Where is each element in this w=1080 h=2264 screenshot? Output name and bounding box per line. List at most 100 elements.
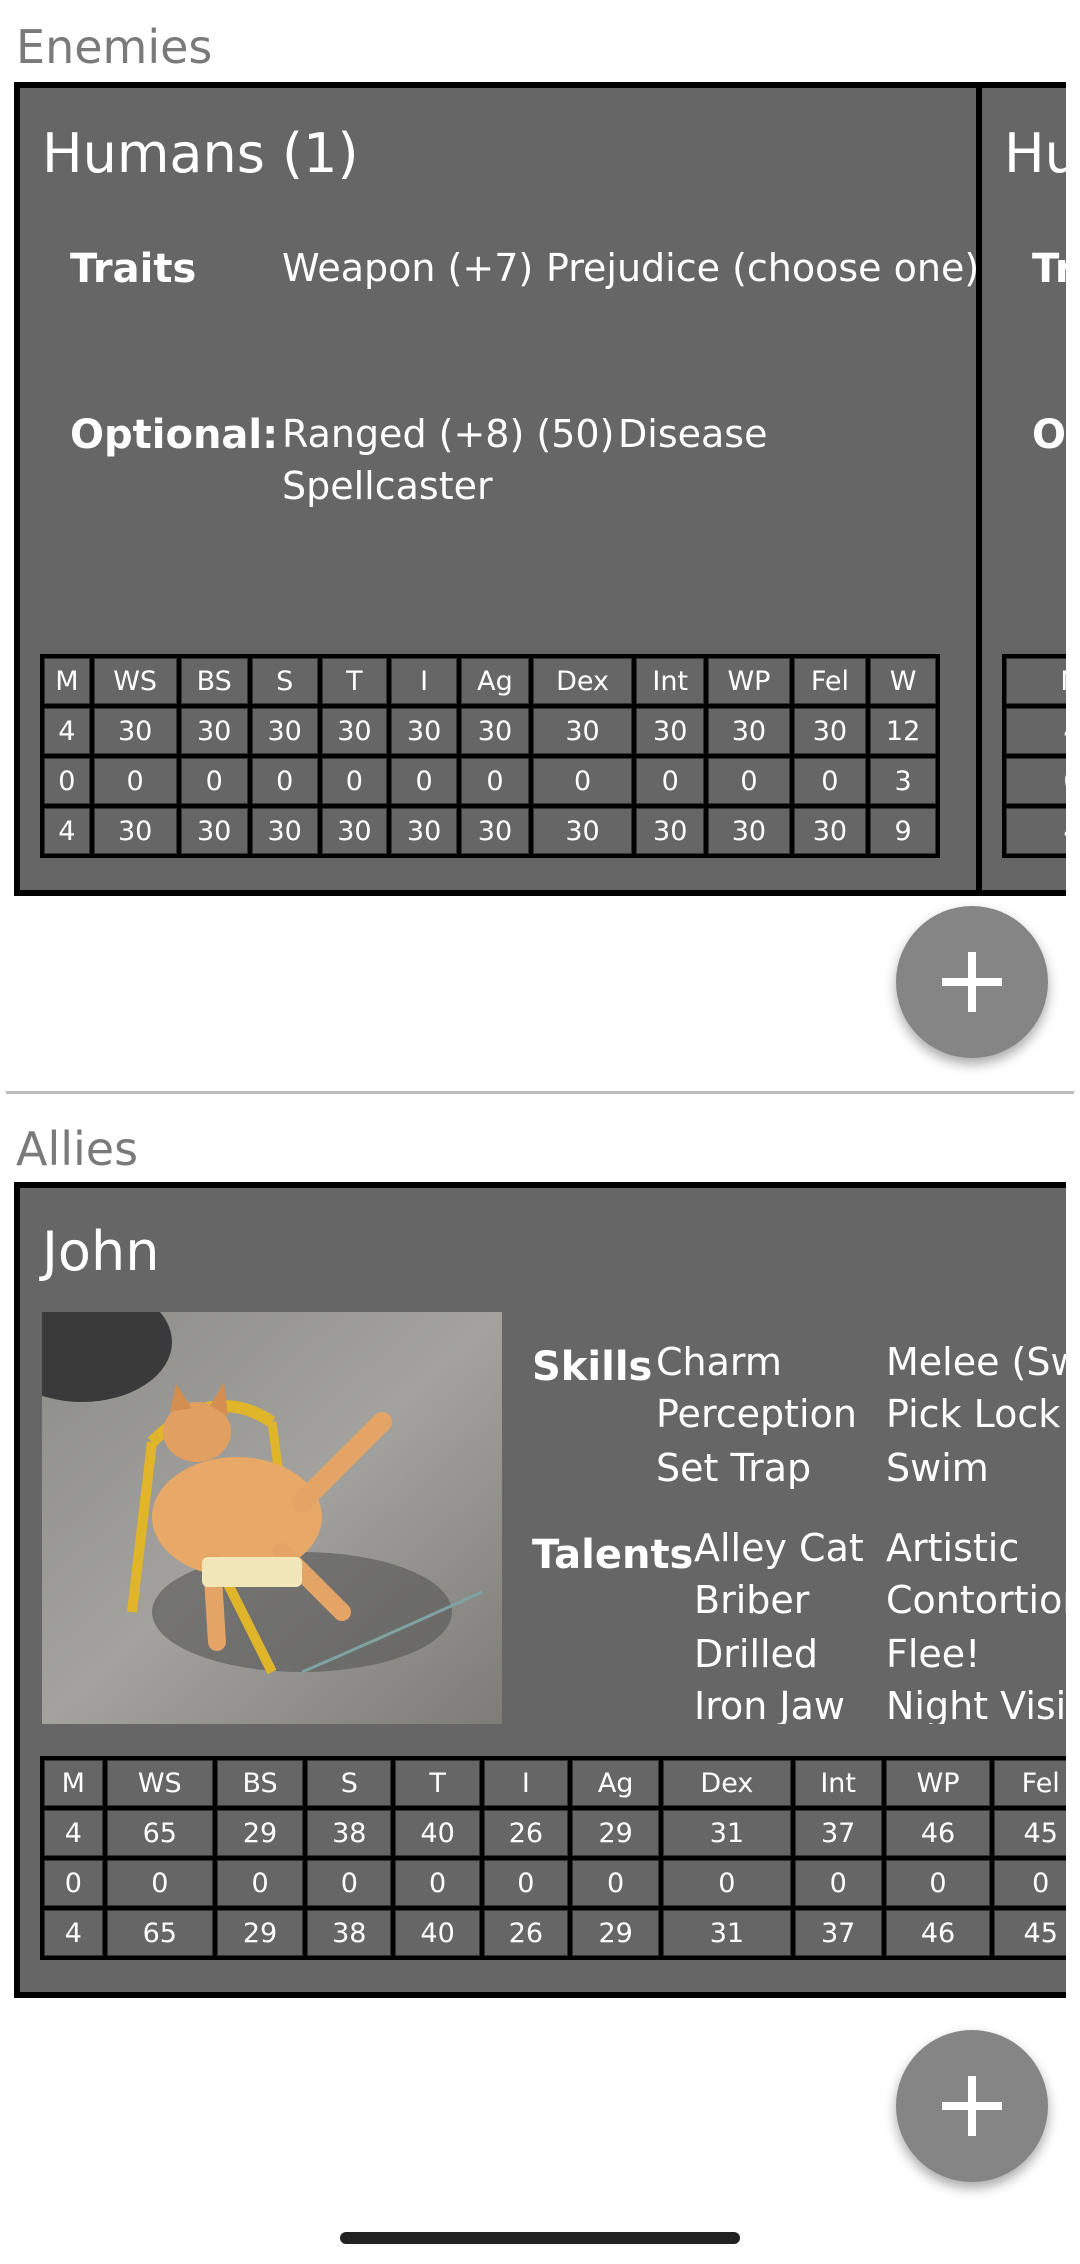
stat-cell[interactable]: 0 (636, 758, 705, 804)
skills-label: Skills (532, 1344, 653, 1390)
stat-cell[interactable]: 0 (483, 1860, 569, 1906)
stat-cell[interactable]: 12 (870, 708, 936, 754)
enemy-card-title: Hu (1004, 122, 1066, 185)
stat-cell: 4 (1006, 808, 1066, 854)
stat-cell[interactable]: 65 (106, 1810, 213, 1856)
stat-header: I (391, 658, 457, 704)
stat-header: S (307, 1760, 392, 1806)
stat-cell[interactable]: 0 (321, 758, 388, 804)
stat-header: M (44, 658, 90, 704)
enemies-section-title: Enemies (16, 20, 213, 74)
add-ally-button[interactable] (896, 2030, 1048, 2182)
stat-cell[interactable]: 26 (483, 1810, 569, 1856)
stat-cell[interactable]: 0 (93, 758, 177, 804)
stats-row-total: 4 30 30 30 30 30 30 30 30 30 30 9 (44, 808, 936, 854)
stat-cell[interactable]: 30 (532, 708, 633, 754)
stat-cell[interactable]: 30 (460, 708, 529, 754)
talent-item: Briber (694, 1578, 810, 1622)
stat-cell[interactable]: 30 (636, 708, 705, 754)
traits-label: Traits (70, 246, 197, 292)
stats-row-base: 4 65 29 38 40 26 29 31 37 46 45 (44, 1810, 1066, 1856)
stat-header: Fel (994, 1760, 1066, 1806)
stat-cell: 30 (93, 808, 177, 854)
stat-cell: 9 (870, 808, 936, 854)
stats-header-row: M WS BS S T I Ag Dex Int WP Fel (44, 1760, 1066, 1806)
enemy-card-title: Humans (1) (42, 122, 359, 185)
stat-cell[interactable]: 4 (44, 708, 90, 754)
stat-cell[interactable]: 38 (307, 1810, 392, 1856)
skill-item: Charm (656, 1340, 782, 1384)
stat-header: Ag (572, 1760, 660, 1806)
stat-cell[interactable]: 0 (532, 758, 633, 804)
stat-cell[interactable]: 4 (1006, 708, 1066, 754)
stat-cell[interactable]: 0 (395, 1860, 480, 1906)
talent-item: Flee! (886, 1632, 981, 1676)
stat-header: BS (180, 658, 248, 704)
stat-cell: 40 (395, 1910, 480, 1956)
stat-cell: 37 (794, 1910, 882, 1956)
stat-cell[interactable]: 0 (793, 758, 867, 804)
stat-cell[interactable]: 0 (216, 1860, 304, 1906)
enemies-carousel[interactable]: Humans (1) Traits Weapon (+7) Prejudice … (14, 82, 1066, 896)
stat-cell[interactable]: 0 (180, 758, 248, 804)
stat-cell[interactable]: 30 (391, 708, 457, 754)
stat-header: Int (636, 658, 705, 704)
stat-cell[interactable]: 0 (994, 1860, 1066, 1906)
stat-cell: 26 (483, 1910, 569, 1956)
stat-cell[interactable]: 45 (994, 1810, 1066, 1856)
enemy-stats-table: M WS BS S T I Ag Dex Int WP Fel W 4 30 3… (40, 654, 940, 858)
gesture-nav-bar[interactable] (340, 2232, 740, 2244)
plus-icon (942, 2076, 1002, 2136)
enemy-card[interactable]: Humans (1) Traits Weapon (+7) Prejudice … (14, 82, 984, 896)
stat-cell[interactable]: 30 (180, 708, 248, 754)
skill-item: Melee (Sw (886, 1340, 1066, 1384)
stat-cell[interactable]: 0 (572, 1860, 660, 1906)
stat-cell[interactable]: 0 (106, 1860, 213, 1906)
enemy-card[interactable]: Hu Tr O M 4 0 4 (976, 82, 1066, 896)
stat-cell[interactable]: 30 (321, 708, 388, 754)
stat-header: BS (216, 1760, 304, 1806)
stat-cell: 30 (532, 808, 633, 854)
stat-header: Int (794, 1760, 882, 1806)
stat-cell[interactable]: 3 (870, 758, 936, 804)
stat-cell[interactable]: 40 (395, 1810, 480, 1856)
stat-cell: 31 (663, 1910, 791, 1956)
talent-item: Drilled (694, 1632, 819, 1676)
add-enemy-button[interactable] (896, 906, 1048, 1058)
stat-cell[interactable]: 30 (251, 708, 318, 754)
stat-cell[interactable]: 0 (885, 1860, 991, 1906)
allies-carousel[interactable]: John Skills Charm Melee (Sw Perception P… (14, 1182, 1066, 1998)
stat-header: WP (885, 1760, 991, 1806)
stat-cell[interactable]: 0 (663, 1860, 791, 1906)
stat-cell: 4 (44, 1910, 103, 1956)
trait-item: Weapon (+7) (282, 246, 534, 290)
stat-cell[interactable]: 31 (663, 1810, 791, 1856)
stat-cell[interactable]: 29 (216, 1810, 304, 1856)
stat-cell[interactable]: 30 (93, 708, 177, 754)
stat-cell[interactable]: 4 (44, 1810, 103, 1856)
stat-cell[interactable]: 30 (708, 708, 790, 754)
ally-portrait (42, 1312, 502, 1724)
stat-cell[interactable]: 0 (44, 758, 90, 804)
stat-cell[interactable]: 0 (794, 1860, 882, 1906)
stat-header: WS (93, 658, 177, 704)
stat-cell[interactable]: 0 (251, 758, 318, 804)
skill-item: Swim (886, 1446, 989, 1490)
stat-cell: 30 (180, 808, 248, 854)
ally-card[interactable]: John Skills Charm Melee (Sw Perception P… (14, 1182, 1066, 1998)
stat-cell[interactable]: 0 (307, 1860, 392, 1906)
optional-label: O (1032, 412, 1066, 458)
stat-header: Dex (663, 1760, 791, 1806)
stat-cell[interactable]: 37 (794, 1810, 882, 1856)
skill-item: Set Trap (656, 1446, 812, 1490)
stat-cell[interactable]: 0 (391, 758, 457, 804)
stat-cell[interactable]: 29 (572, 1810, 660, 1856)
stat-cell[interactable]: 0 (708, 758, 790, 804)
optional-item: Disease (618, 412, 768, 456)
stat-cell[interactable]: 46 (885, 1810, 991, 1856)
stat-cell[interactable]: 0 (1006, 758, 1066, 804)
stat-cell[interactable]: 0 (44, 1860, 103, 1906)
stat-cell[interactable]: 0 (460, 758, 529, 804)
stat-header: S (251, 658, 318, 704)
stat-cell[interactable]: 30 (793, 708, 867, 754)
